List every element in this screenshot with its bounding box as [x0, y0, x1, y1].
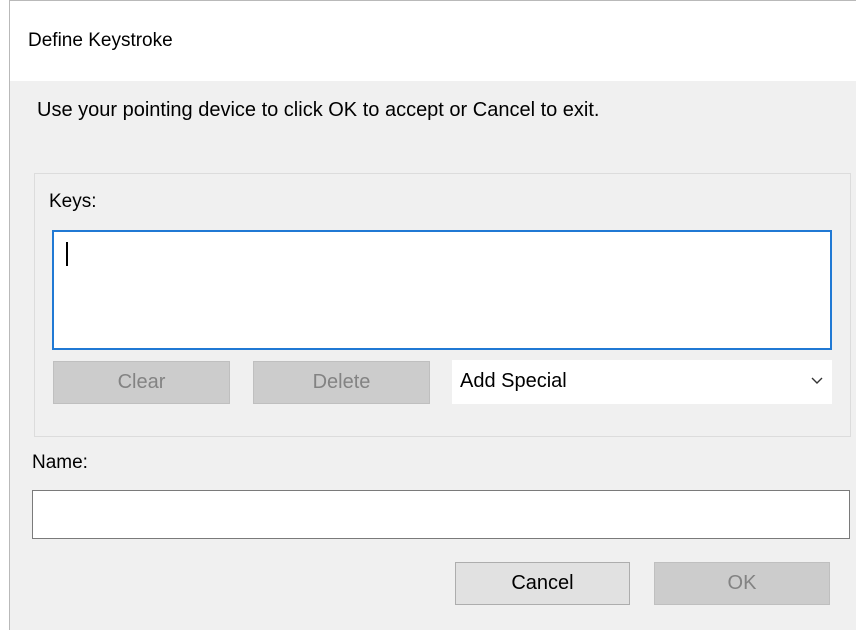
- text-caret: [66, 242, 68, 266]
- name-label: Name:: [32, 452, 88, 473]
- keys-input[interactable]: [52, 230, 832, 350]
- delete-button[interactable]: Delete: [253, 361, 430, 404]
- chevron-down-icon: [811, 377, 823, 384]
- add-special-dropdown[interactable]: Add Special: [452, 360, 832, 404]
- clear-button[interactable]: Clear: [53, 361, 230, 404]
- cancel-button[interactable]: Cancel: [455, 562, 630, 605]
- add-special-value: Add Special: [460, 370, 567, 392]
- keys-label: Keys:: [49, 191, 97, 212]
- instruction-text: Use your pointing device to click OK to …: [37, 99, 600, 121]
- define-keystroke-dialog: Define Keystroke Use your pointing devic…: [9, 0, 856, 630]
- ok-button[interactable]: OK: [654, 562, 830, 605]
- dialog-title: Define Keystroke: [28, 30, 173, 51]
- name-field[interactable]: [32, 490, 850, 539]
- title-bar[interactable]: Define Keystroke: [10, 1, 856, 81]
